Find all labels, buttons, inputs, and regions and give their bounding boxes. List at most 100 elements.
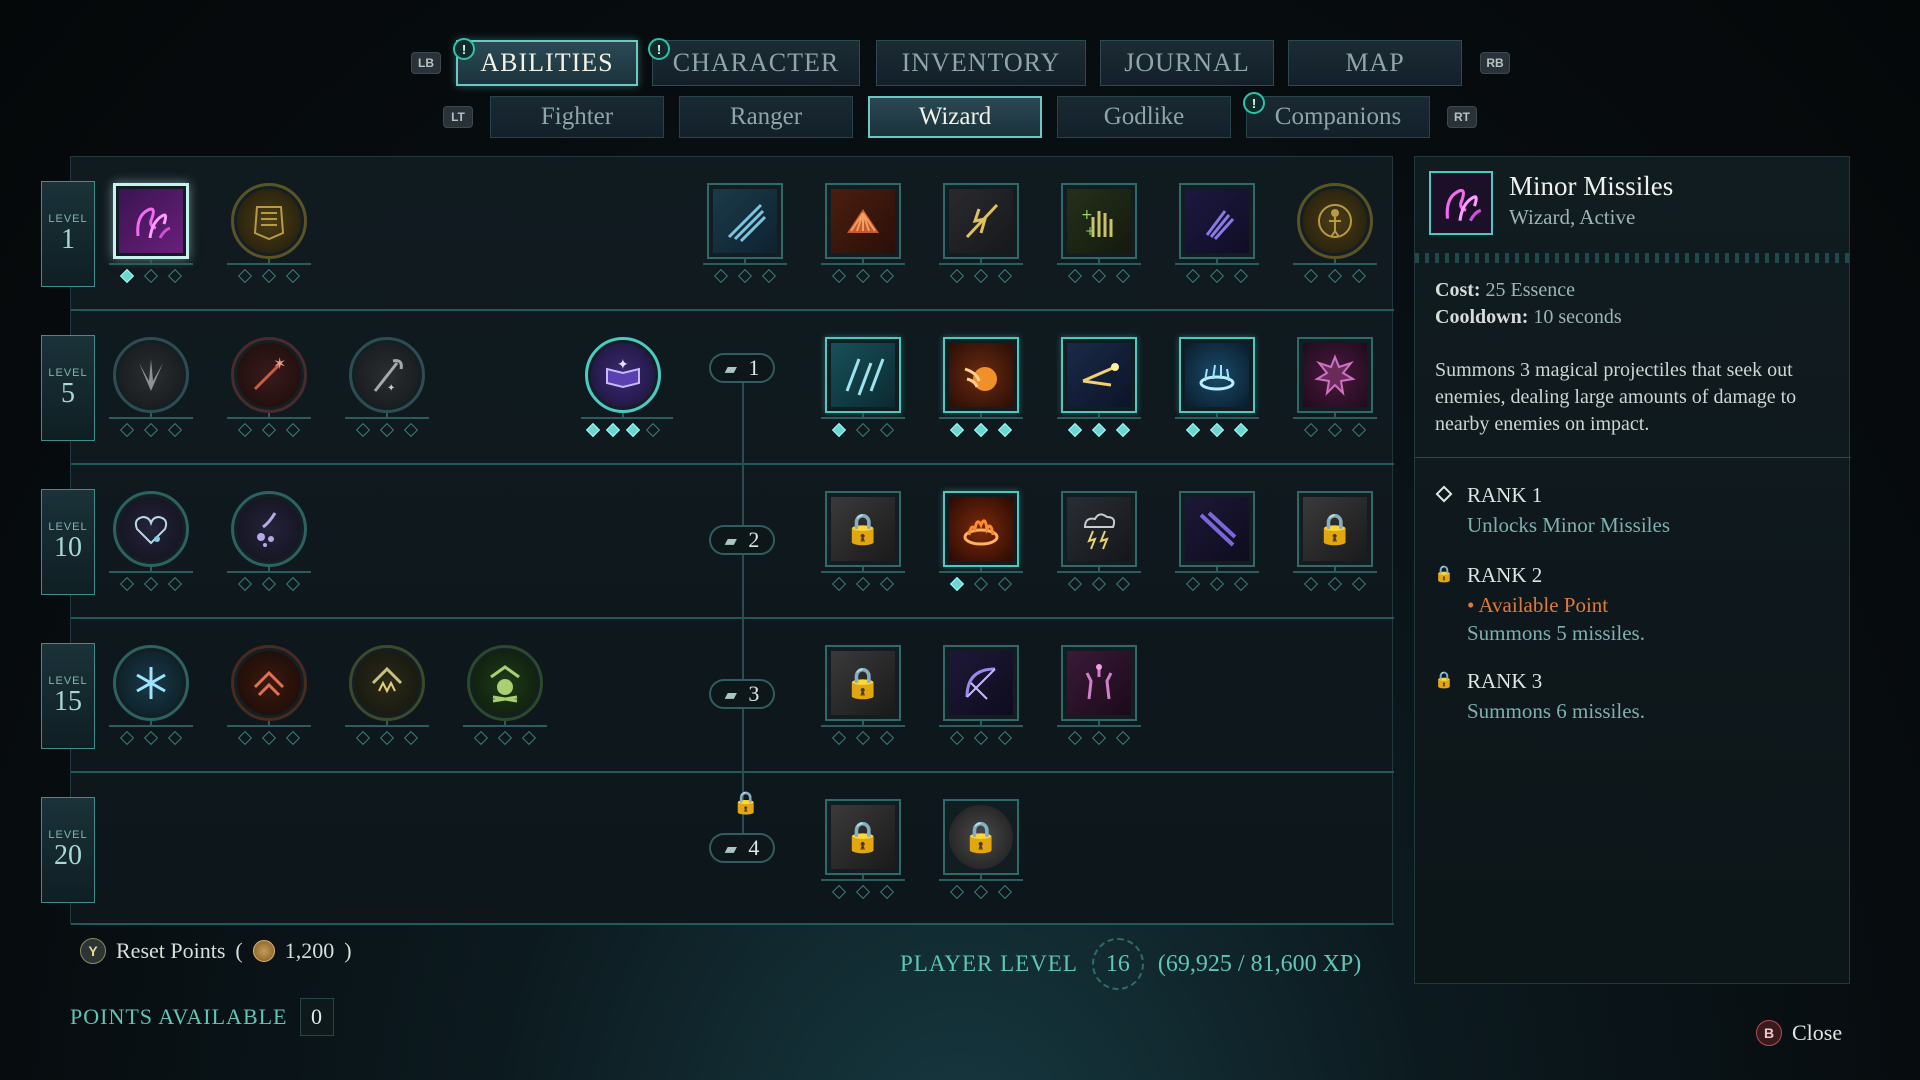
tab-wizard[interactable]: Wizard xyxy=(868,96,1042,138)
flame-ring-icon xyxy=(949,497,1013,561)
skill-arcane-seal[interactable] xyxy=(1293,337,1377,438)
tab-character[interactable]: CHARACTER xyxy=(652,40,860,86)
skill-locked-pillar[interactable]: 🔒 xyxy=(821,645,905,746)
divider xyxy=(1415,253,1851,263)
rank-pip xyxy=(879,422,895,438)
tab-companions[interactable]: Companions xyxy=(1246,96,1430,138)
snowflake-icon xyxy=(119,651,183,715)
underline xyxy=(227,417,311,419)
rank-pip xyxy=(949,422,965,438)
lock-icon: 🔒 xyxy=(831,651,895,715)
rank-pip xyxy=(997,268,1013,284)
skill-locked-web[interactable]: 🔒 xyxy=(821,491,905,592)
tab-inventory[interactable]: INVENTORY xyxy=(876,40,1086,86)
seal-burst-icon xyxy=(1303,343,1367,407)
skill-storm-cloud[interactable] xyxy=(1057,491,1141,592)
underline xyxy=(939,263,1023,265)
rank-pip xyxy=(973,422,989,438)
skill-spike-burst[interactable] xyxy=(109,337,193,438)
skill-heart-drop[interactable] xyxy=(109,491,193,592)
skill-flame-ring[interactable] xyxy=(939,491,1023,592)
skill-spellbook[interactable]: ✦ xyxy=(581,337,673,438)
lb-bumper-icon[interactable]: LB xyxy=(411,52,441,74)
player-xp: (69,925 / 81,600 XP) xyxy=(1157,950,1362,977)
rank-pip xyxy=(831,576,847,592)
skill-lightning-strike[interactable] xyxy=(939,183,1023,284)
skill-shock-crest[interactable] xyxy=(345,645,429,746)
skill-locked-sigil[interactable]: 🔒 xyxy=(939,799,1023,900)
tab-ranger[interactable]: Ranger xyxy=(679,96,853,138)
tier-node-4[interactable]: ▰ 4 xyxy=(709,833,775,863)
reset-points-row[interactable]: Y Reset Points ( 1,200 ) xyxy=(80,938,352,964)
tab-fighter[interactable]: Fighter xyxy=(490,96,664,138)
skill-healing-hand[interactable]: + + xyxy=(1057,183,1141,284)
skill-wand-staff[interactable]: ✦ xyxy=(345,337,429,438)
underline xyxy=(109,417,193,419)
skill-flame-fan[interactable] xyxy=(821,183,905,284)
close-button[interactable]: B Close xyxy=(1756,1020,1842,1046)
underline xyxy=(1293,263,1377,265)
rank-pip xyxy=(1209,268,1225,284)
ability-description: Summons 3 magical projectiles that seek … xyxy=(1435,359,1797,435)
skill-frame xyxy=(349,645,425,721)
skill-fire-crest[interactable] xyxy=(227,645,311,746)
tier-node-value: 3 xyxy=(748,681,760,706)
rank-pip xyxy=(237,422,253,438)
rank-pip xyxy=(1209,422,1225,438)
rank-pip xyxy=(855,576,871,592)
skill-shadow-claw[interactable] xyxy=(1175,491,1259,592)
skill-locked-vortex[interactable]: 🔒 xyxy=(821,799,905,900)
tier-node-1[interactable]: ▰ 1 xyxy=(709,353,775,383)
skill-frame xyxy=(467,645,543,721)
skill-fireball[interactable] xyxy=(939,337,1023,438)
underline xyxy=(1293,571,1377,573)
underline xyxy=(1057,263,1141,265)
tier-node-2[interactable]: ▰ 2 xyxy=(709,525,775,555)
skill-arcane-armor[interactable] xyxy=(227,183,311,284)
lightning-icon xyxy=(949,189,1013,253)
skill-frame: ✦ xyxy=(349,337,425,413)
rank-pips xyxy=(825,884,901,900)
rank-pip xyxy=(1233,576,1249,592)
tier-node-value: 2 xyxy=(748,527,760,552)
underline xyxy=(939,879,1023,881)
tab-abilities[interactable]: ABILITIES xyxy=(456,40,638,86)
skill-wand-spark[interactable]: ✶ xyxy=(227,337,311,438)
rank-pip xyxy=(949,884,965,900)
tab-godlike[interactable]: Godlike xyxy=(1057,96,1231,138)
skill-arcane-bow[interactable] xyxy=(939,645,1023,746)
skill-chain-bolt[interactable] xyxy=(1057,337,1141,438)
paren-open: ( xyxy=(235,938,243,963)
rank-pip xyxy=(1091,730,1107,746)
skill-frost-crest[interactable] xyxy=(109,645,193,746)
rb-bumper-icon[interactable]: RB xyxy=(1480,52,1510,74)
underline xyxy=(821,571,905,573)
rank-pip xyxy=(119,576,135,592)
lt-trigger-icon[interactable]: LT xyxy=(443,106,473,128)
skill-minor-missiles[interactable] xyxy=(109,183,193,284)
tab-journal[interactable]: JOURNAL xyxy=(1100,40,1274,86)
rank-pip xyxy=(1233,422,1249,438)
storm-cloud-icon xyxy=(1067,497,1131,561)
rt-trigger-icon[interactable]: RT xyxy=(1447,106,1477,128)
tier-node-3[interactable]: ▰ 3 xyxy=(709,679,775,709)
tab-label: ABILITIES xyxy=(480,48,614,77)
svg-text:✦: ✦ xyxy=(617,357,629,373)
underline xyxy=(1057,417,1141,419)
skill-poison-crest[interactable] xyxy=(463,645,547,746)
tab-map[interactable]: MAP xyxy=(1288,40,1462,86)
skill-summon-figures[interactable] xyxy=(1057,645,1141,746)
level-number: 10 xyxy=(54,532,82,563)
skill-ice-shards[interactable] xyxy=(703,183,787,284)
skill-locked-summon[interactable]: 🔒 xyxy=(1293,491,1377,592)
skill-orb-hand[interactable] xyxy=(227,491,311,592)
skill-figure[interactable] xyxy=(1293,183,1377,284)
skill-frost-ring[interactable] xyxy=(1175,337,1259,438)
rank-pip xyxy=(973,730,989,746)
skill-ice-spears[interactable] xyxy=(821,337,905,438)
rank-pip xyxy=(949,268,965,284)
skill-arcane-grasp[interactable] xyxy=(1175,183,1259,284)
rank-pip xyxy=(1303,268,1319,284)
rank-pip xyxy=(1115,422,1131,438)
rank-pips xyxy=(1297,576,1373,592)
